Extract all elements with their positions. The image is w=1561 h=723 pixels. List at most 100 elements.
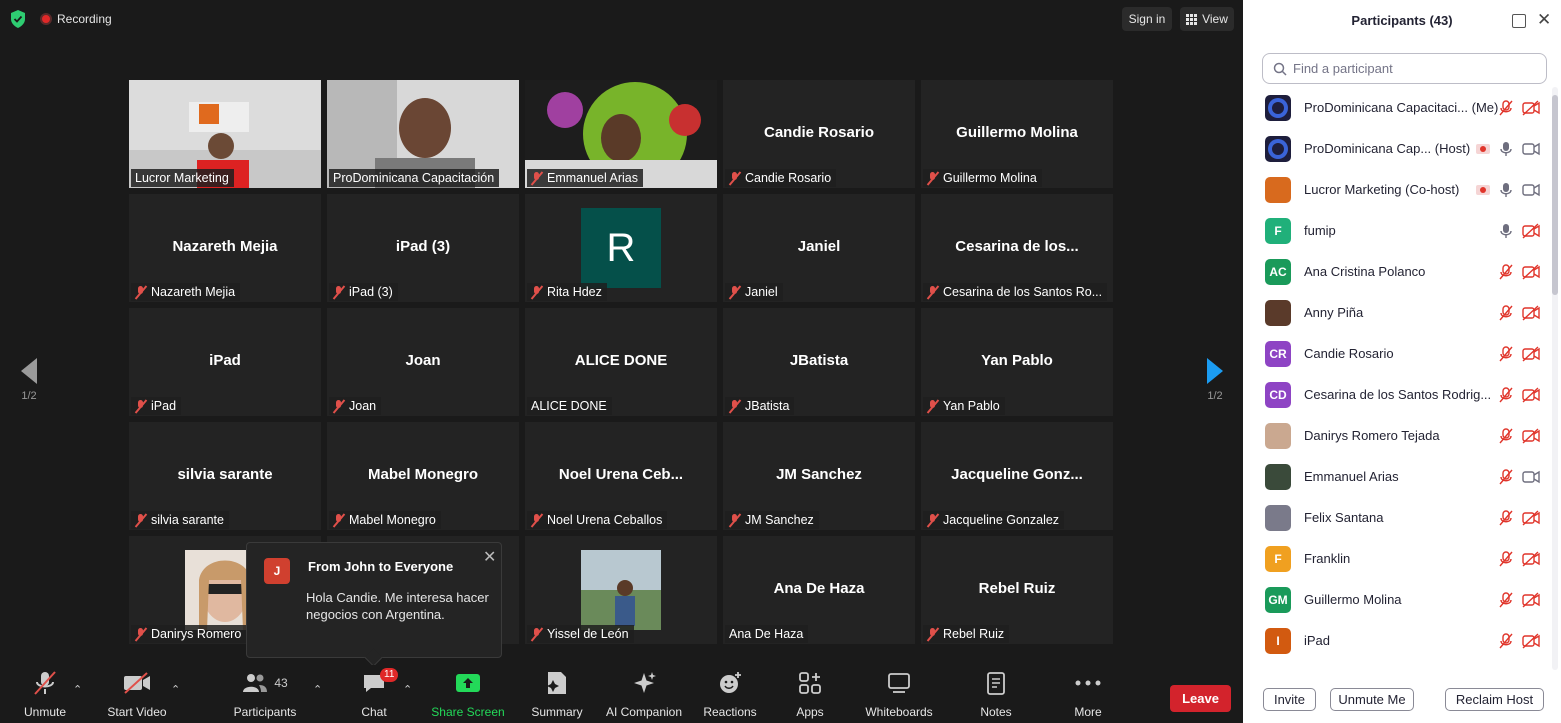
participant-row[interactable]: CR Candie Rosario <box>1243 333 1551 374</box>
participant-row[interactable]: F Franklin <box>1243 538 1551 579</box>
popout-icon[interactable] <box>1512 14 1526 28</box>
reactions-button[interactable]: Reactions <box>702 665 758 723</box>
summary-button[interactable]: Summary <box>530 665 584 723</box>
video-off-icon[interactable] <box>1522 345 1540 363</box>
video-tile[interactable]: Ana De Haza Ana De Haza <box>723 536 915 644</box>
mic-off-icon[interactable] <box>1497 468 1515 486</box>
participant-row[interactable]: Anny Piña <box>1243 292 1551 333</box>
participant-row[interactable]: AC Ana Cristina Polanco <box>1243 251 1551 292</box>
participant-row[interactable]: CD Cesarina de los Santos Rodrig... <box>1243 374 1551 415</box>
mic-off-icon[interactable] <box>1497 386 1515 404</box>
chevron-up-icon[interactable]: ⌃ <box>313 683 322 696</box>
video-tile[interactable]: Joan Joan <box>327 308 519 416</box>
close-icon[interactable]: ✕ <box>483 547 496 567</box>
invite-button[interactable]: Invite <box>1263 688 1316 711</box>
video-off-icon[interactable] <box>1522 99 1540 117</box>
video-tile[interactable]: ALICE DONE ALICE DONE <box>525 308 717 416</box>
ai-companion-button[interactable]: AI Companion <box>604 665 684 723</box>
video-off-icon[interactable] <box>1522 304 1540 322</box>
whiteboards-button[interactable]: Whiteboards <box>862 665 936 723</box>
video-tile[interactable]: Cesarina de los... Cesarina de los Santos… <box>921 194 1113 302</box>
mic-off-icon[interactable] <box>1497 632 1515 650</box>
share-screen-button[interactable]: Share Screen <box>430 665 506 723</box>
video-tile[interactable]: Yan Pablo Yan Pablo <box>921 308 1113 416</box>
mic-off-icon[interactable] <box>1497 591 1515 609</box>
video-icon[interactable] <box>1522 140 1540 158</box>
video-tile[interactable]: Guillermo Molina Guillermo Molina <box>921 80 1113 188</box>
participant-row[interactable]: Felix Santana <box>1243 497 1551 538</box>
chat-button[interactable]: 11 Chat <box>356 665 399 723</box>
participant-row[interactable]: Danirys Romero Tejada <box>1243 415 1551 456</box>
start-video-button[interactable]: Start Video <box>106 665 168 723</box>
recording-indicator[interactable]: Recording <box>40 9 112 29</box>
mic-off-icon[interactable] <box>1497 304 1515 322</box>
apps-button[interactable]: Apps <box>790 665 830 723</box>
unmute-me-button[interactable]: Unmute Me <box>1330 688 1414 711</box>
participant-row[interactable]: Lucror Marketing (Co-host) <box>1243 169 1551 210</box>
video-tile[interactable]: Lucror Marketing <box>129 80 321 188</box>
notes-button[interactable]: Notes <box>976 665 1016 723</box>
video-off-icon[interactable] <box>1522 222 1540 240</box>
video-icon[interactable] <box>1522 468 1540 486</box>
video-tile[interactable]: iPad iPad <box>129 308 321 416</box>
close-icon[interactable]: ✕ <box>1537 10 1551 30</box>
video-tile[interactable]: Candie Rosario Candie Rosario <box>723 80 915 188</box>
search-input[interactable] <box>1293 61 1533 76</box>
participant-row[interactable]: Emmanuel Arias <box>1243 456 1551 497</box>
participant-search[interactable] <box>1262 53 1547 84</box>
mic-icon[interactable] <box>1497 222 1515 240</box>
shield-icon[interactable] <box>10 10 26 28</box>
mic-icon[interactable] <box>1497 181 1515 199</box>
unmute-button[interactable]: Unmute <box>20 665 70 723</box>
video-off-icon[interactable] <box>1522 263 1540 281</box>
leave-button[interactable]: Leave <box>1170 685 1231 712</box>
chat-notification[interactable]: J From John to Everyone Hola Candie. Me … <box>246 542 502 658</box>
video-off-icon[interactable] <box>1522 591 1540 609</box>
more-button[interactable]: More <box>1068 665 1108 723</box>
view-button[interactable]: View <box>1180 7 1234 31</box>
video-tile[interactable]: ProDominicana Capacitación <box>327 80 519 188</box>
video-tile[interactable]: Janiel Janiel <box>723 194 915 302</box>
video-tile[interactable]: Yissel de León <box>525 536 717 644</box>
sign-in-button[interactable]: Sign in <box>1122 7 1172 31</box>
avatar <box>1265 176 1291 203</box>
scrollbar-thumb[interactable] <box>1552 95 1558 295</box>
tile-display-name: iPad (3) <box>395 238 451 255</box>
video-icon[interactable] <box>1522 181 1540 199</box>
chevron-up-icon[interactable]: ⌃ <box>171 683 180 696</box>
next-page-button[interactable]: 1/2 <box>1200 340 1230 420</box>
video-tile[interactable]: Jacqueline Gonz... Jacqueline Gonzalez <box>921 422 1113 530</box>
video-tile[interactable]: iPad (3) iPad (3) <box>327 194 519 302</box>
video-tile[interactable]: Nazareth Mejia Nazareth Mejia <box>129 194 321 302</box>
mic-off-icon[interactable] <box>1497 345 1515 363</box>
mic-off-icon[interactable] <box>1497 550 1515 568</box>
participant-row[interactable]: ProDominicana Cap... (Host) <box>1243 128 1551 169</box>
video-tile[interactable]: JBatista JBatista <box>723 308 915 416</box>
participant-row[interactable]: GM Guillermo Molina <box>1243 579 1551 620</box>
video-off-icon[interactable] <box>1522 427 1540 445</box>
participant-row[interactable]: Ffumip <box>1243 210 1551 251</box>
chevron-up-icon[interactable]: ⌃ <box>403 683 412 696</box>
mic-icon[interactable] <box>1497 140 1515 158</box>
video-off-icon[interactable] <box>1522 550 1540 568</box>
video-tile[interactable]: silvia sarante silvia sarante <box>129 422 321 530</box>
participants-button[interactable]: 43 Participants <box>230 665 300 723</box>
participant-row[interactable]: IiPad <box>1243 620 1551 661</box>
video-tile[interactable]: Rebel Ruiz Rebel Ruiz <box>921 536 1113 644</box>
video-off-icon[interactable] <box>1522 632 1540 650</box>
chevron-up-icon[interactable]: ⌃ <box>73 683 82 696</box>
video-tile[interactable]: Noel Urena Ceb... Noel Urena Ceballos <box>525 422 717 530</box>
mic-off-icon[interactable] <box>1497 99 1515 117</box>
reclaim-host-button[interactable]: Reclaim Host <box>1445 688 1544 711</box>
video-off-icon[interactable] <box>1522 386 1540 404</box>
video-tile[interactable]: JM Sanchez JM Sanchez <box>723 422 915 530</box>
prev-page-button[interactable]: 1/2 <box>14 340 44 420</box>
video-off-icon[interactable] <box>1522 509 1540 527</box>
mic-off-icon[interactable] <box>1497 427 1515 445</box>
mic-off-icon[interactable] <box>1497 263 1515 281</box>
video-tile[interactable]: Emmanuel Arias <box>525 80 717 188</box>
mic-off-icon[interactable] <box>1497 509 1515 527</box>
video-tile[interactable]: R Rita Hdez <box>525 194 717 302</box>
video-tile[interactable]: Mabel Monegro Mabel Monegro <box>327 422 519 530</box>
participant-row[interactable]: ProDominicana Capacitaci... (Me) <box>1243 87 1551 128</box>
